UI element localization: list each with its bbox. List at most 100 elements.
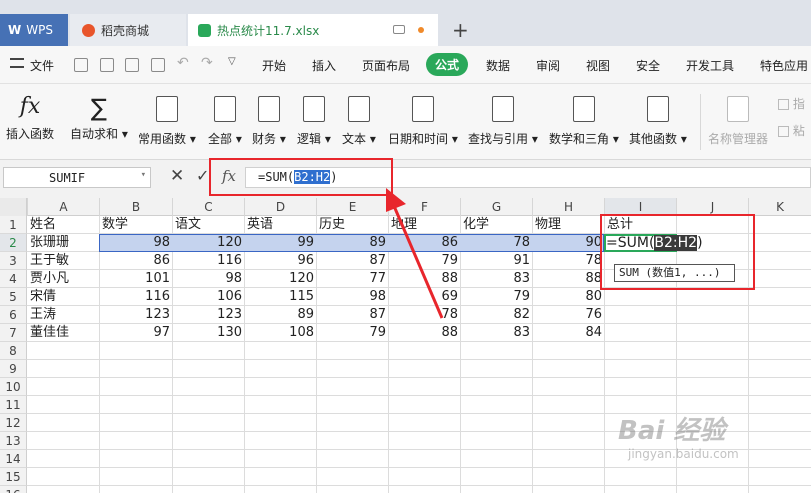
header-cell-name[interactable]: 姓名 (28, 216, 98, 234)
menu-data[interactable]: 数据 (486, 57, 510, 74)
monitor-icon[interactable] (393, 25, 405, 34)
cell-h3[interactable]: 78 (533, 252, 604, 270)
row-header-2[interactable]: 2 (0, 234, 27, 252)
cell-g4[interactable]: 83 (461, 270, 532, 288)
undo-icon[interactable]: ↶ (177, 55, 189, 71)
cell-e2[interactable]: 89 (317, 234, 388, 252)
cell-d3[interactable]: 96 (245, 252, 316, 270)
column-header-a[interactable]: A (27, 198, 99, 216)
cell-c2[interactable]: 120 (173, 234, 244, 252)
cell-h2[interactable]: 90 (533, 234, 604, 252)
date-time-button[interactable]: 日期和时间 ▾ (388, 94, 458, 147)
cell-g2[interactable]: 78 (461, 234, 532, 252)
cancel-icon[interactable]: ✕ (170, 166, 184, 186)
new-tab-button[interactable]: + (452, 18, 469, 42)
cell-h4[interactable]: 88 (533, 270, 604, 288)
cell-c5[interactable]: 106 (173, 288, 244, 306)
math-trig-button[interactable]: 数学和三角 ▾ (549, 94, 619, 147)
cell-d7[interactable]: 108 (245, 324, 316, 342)
cell-c7[interactable]: 130 (173, 324, 244, 342)
lookup-reference-button[interactable]: 查找与引用 ▾ (468, 94, 538, 147)
menu-security[interactable]: 安全 (636, 57, 660, 74)
cell-b7[interactable]: 97 (100, 324, 172, 342)
row-header-16[interactable]: 16 (0, 486, 27, 493)
cell-b4[interactable]: 101 (100, 270, 172, 288)
menu-view[interactable]: 视图 (586, 57, 610, 74)
cell-c4[interactable]: 98 (173, 270, 244, 288)
name-box[interactable]: SUMIF ▾ (3, 167, 151, 188)
column-header-g[interactable]: G (460, 198, 532, 216)
cell-c6[interactable]: 123 (173, 306, 244, 324)
row-header-7[interactable]: 7 (0, 324, 27, 342)
more-functions-button[interactable]: 其他函数 ▾ (629, 94, 687, 147)
header-cell-history[interactable]: 历史 (317, 216, 387, 234)
column-header-e[interactable]: E (316, 198, 388, 216)
cell-e7[interactable]: 79 (317, 324, 388, 342)
menu-page-layout[interactable]: 页面布局 (362, 57, 410, 74)
insert-function-button[interactable]: fx 插入函数 (6, 94, 54, 142)
header-cell-chinese[interactable]: 语文 (173, 216, 243, 234)
header-cell-physics[interactable]: 物理 (533, 216, 603, 234)
financial-button[interactable]: 财务 ▾ (252, 94, 286, 147)
cell-d4[interactable]: 120 (245, 270, 316, 288)
tab-docer-store[interactable]: 稻壳商城 (70, 14, 186, 46)
cell-h7[interactable]: 84 (533, 324, 604, 342)
autosum-button[interactable]: ∑ 自动求和 ▾ (70, 94, 128, 142)
cell-a7[interactable]: 董佳佳 (28, 324, 98, 342)
row-header-10[interactable]: 10 (0, 378, 27, 396)
logical-button[interactable]: 逻辑 ▾ (297, 94, 331, 147)
cell-e3[interactable]: 87 (317, 252, 388, 270)
row-header-13[interactable]: 13 (0, 432, 27, 450)
hamburger-icon[interactable] (10, 58, 24, 68)
cell-d5[interactable]: 115 (245, 288, 316, 306)
cell-h6[interactable]: 76 (533, 306, 604, 324)
chevron-down-icon[interactable]: ▾ (141, 170, 146, 180)
quick-access-dropdown-icon[interactable]: ▽ (228, 56, 236, 67)
print-icon[interactable] (125, 58, 139, 72)
row-header-14[interactable]: 14 (0, 450, 27, 468)
confirm-icon[interactable]: ✓ (196, 166, 209, 185)
export-pdf-icon[interactable] (100, 58, 114, 72)
row-header-15[interactable]: 15 (0, 468, 27, 486)
header-cell-english[interactable]: 英语 (245, 216, 315, 234)
row-header-5[interactable]: 5 (0, 288, 27, 306)
cell-b5[interactable]: 116 (100, 288, 172, 306)
menu-home[interactable]: 开始 (262, 57, 286, 74)
name-manager-button[interactable]: 名称管理器 (708, 94, 768, 147)
header-cell-chemistry[interactable]: 化学 (461, 216, 531, 234)
row-header-8[interactable]: 8 (0, 342, 27, 360)
header-cell-math[interactable]: 数学 (100, 216, 170, 234)
row-header-9[interactable]: 9 (0, 360, 27, 378)
cell-e4[interactable]: 77 (317, 270, 388, 288)
specify-button[interactable]: 指 (778, 95, 805, 112)
cell-h5[interactable]: 80 (533, 288, 604, 306)
file-menu[interactable]: 文件 (30, 57, 54, 74)
tab-document[interactable]: 热点统计11.7.xlsx (188, 14, 438, 46)
common-functions-button[interactable]: 常用函数 ▾ (138, 94, 196, 147)
cell-g5[interactable]: 79 (461, 288, 532, 306)
cell-g3[interactable]: 91 (461, 252, 532, 270)
cell-a5[interactable]: 宋倩 (28, 288, 98, 306)
cell-a2[interactable]: 张珊珊 (28, 234, 98, 252)
menu-features[interactable]: 特色应用 (760, 57, 808, 74)
cell-b2[interactable]: 98 (100, 234, 172, 252)
select-all-corner[interactable] (0, 198, 27, 216)
row-header-12[interactable]: 12 (0, 414, 27, 432)
column-header-b[interactable]: B (99, 198, 172, 216)
cell-a6[interactable]: 王涛 (28, 306, 98, 324)
cell-b6[interactable]: 123 (100, 306, 172, 324)
cell-d2[interactable]: 99 (245, 234, 316, 252)
save-icon[interactable] (74, 58, 88, 72)
paste-button[interactable]: 粘 (778, 122, 805, 139)
tab-wps-home[interactable]: W WPS (0, 14, 68, 46)
column-header-d[interactable]: D (244, 198, 316, 216)
print-preview-icon[interactable] (151, 58, 165, 72)
cell-d6[interactable]: 89 (245, 306, 316, 324)
menu-insert[interactable]: 插入 (312, 57, 336, 74)
cell-g7[interactable]: 83 (461, 324, 532, 342)
cell-e5[interactable]: 98 (317, 288, 388, 306)
row-header-6[interactable]: 6 (0, 306, 27, 324)
column-header-h[interactable]: H (532, 198, 604, 216)
cell-a3[interactable]: 王于敏 (28, 252, 98, 270)
cell-f7[interactable]: 88 (389, 324, 460, 342)
